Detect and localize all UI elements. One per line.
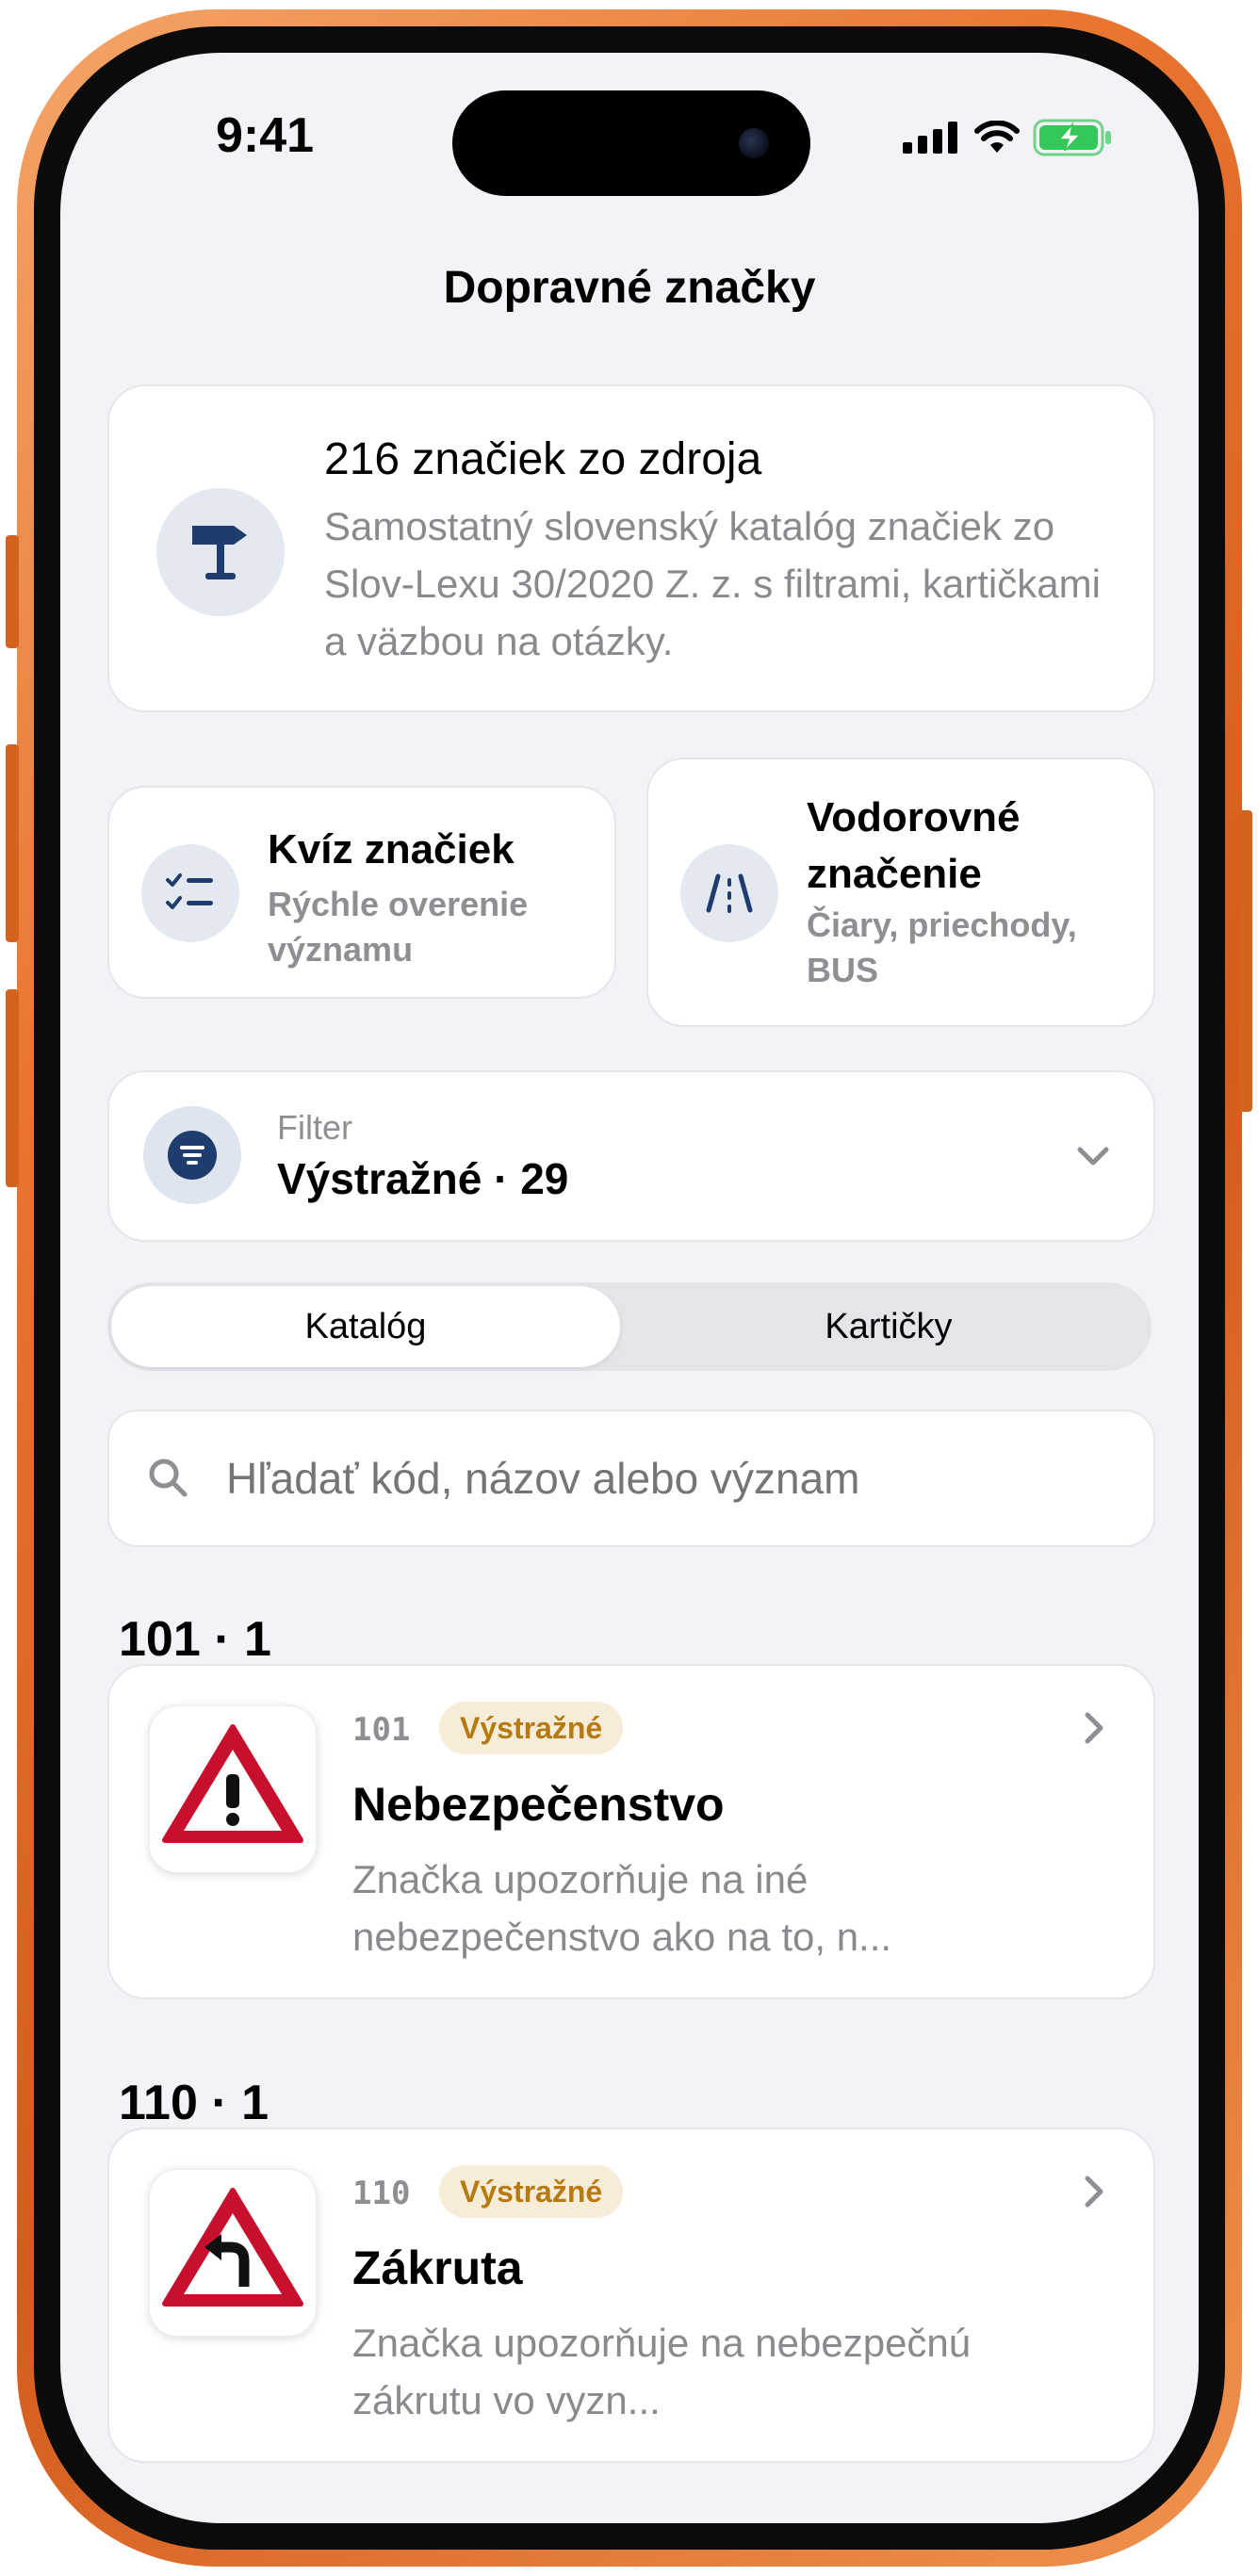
sign-thumbnail bbox=[149, 1705, 317, 1873]
chevron-down-icon bbox=[1077, 1147, 1109, 1166]
dynamic-island bbox=[452, 90, 810, 196]
search-icon bbox=[149, 1459, 188, 1497]
sign-description: Značka upozorňuje na nebezpečnú zákrutu … bbox=[352, 2321, 972, 2422]
sign-quiz-subtitle: Rýchle overenie významu bbox=[268, 885, 529, 969]
signpost-icon bbox=[156, 488, 285, 616]
sign-title: Zákruta bbox=[352, 2242, 523, 2294]
checklist-icon bbox=[141, 844, 239, 942]
camera-icon bbox=[739, 128, 769, 158]
volume-up-button bbox=[6, 744, 19, 942]
volume-down-button bbox=[6, 989, 19, 1187]
horizontal-markings-title: Vodorovné značenie bbox=[807, 794, 1021, 897]
sign-code: 110 bbox=[352, 2175, 411, 2212]
cellular-signal-icon bbox=[903, 122, 957, 154]
source-description: Samostatný slovenský katalóg značiek zo … bbox=[324, 504, 1101, 663]
sign-quiz-title: Kvíz značiek bbox=[268, 826, 515, 872]
filter-dropdown[interactable]: Filter Výstražné · 29 bbox=[107, 1070, 1155, 1242]
filter-icon bbox=[143, 1106, 241, 1204]
horizontal-markings-tile[interactable]: Vodorovné značenie Čiary, priechody, BUS bbox=[646, 758, 1155, 1027]
sign-row-101[interactable]: 101 Výstražné Nebezpečenstvo Značka upoz… bbox=[107, 1664, 1155, 1999]
curve-warning-sign-icon bbox=[162, 2188, 303, 2307]
sign-code: 101 bbox=[352, 1711, 411, 1749]
filter-label: Filter bbox=[277, 1108, 352, 1147]
filter-value: Výstražné · 29 bbox=[277, 1154, 569, 1203]
search-field[interactable] bbox=[107, 1410, 1155, 1547]
search-input[interactable] bbox=[224, 1440, 1114, 1517]
horizontal-markings-subtitle: Čiary, priechody, BUS bbox=[807, 905, 1077, 989]
power-button bbox=[1239, 810, 1252, 1112]
section-header-110: 110 · 1 bbox=[119, 2076, 270, 2130]
sign-description: Značka upozorňuje na iné nebezpečenstvo … bbox=[352, 1857, 892, 1959]
category-badge: Výstražné bbox=[439, 2165, 624, 2218]
danger-warning-sign-icon bbox=[162, 1724, 303, 1843]
category-badge: Výstražné bbox=[439, 1702, 624, 1754]
tab-cards[interactable]: Kartičky bbox=[629, 1282, 1148, 1371]
battery-charging-icon bbox=[1033, 119, 1111, 156]
tab-catalog[interactable]: Katalóg bbox=[111, 1282, 620, 1371]
status-icons bbox=[903, 119, 1114, 156]
page-title: Dopravné značky bbox=[443, 263, 816, 313]
chevron-right-icon bbox=[1085, 1712, 1103, 1744]
section-header-101: 101 · 1 bbox=[119, 1612, 271, 1667]
source-info-card: 216 značiek zo zdroja Samostatný slovens… bbox=[107, 384, 1155, 712]
sign-row-110[interactable]: 110 Výstražné Zákruta Značka upozorňuje … bbox=[107, 2128, 1155, 2463]
sign-title: Nebezpečenstvo bbox=[352, 1778, 725, 1831]
app-screen: 9:41 Dopravné značky 216 značiek zo zdro… bbox=[60, 53, 1199, 2523]
source-count-title: 216 značiek zo zdroja bbox=[324, 434, 762, 484]
action-button bbox=[6, 535, 19, 648]
chevron-right-icon bbox=[1085, 2176, 1103, 2208]
status-time: 9:41 bbox=[216, 108, 315, 163]
road-markings-icon bbox=[680, 844, 778, 942]
wifi-icon bbox=[974, 121, 1020, 153]
view-segmented-control: Katalóg Kartičky bbox=[107, 1282, 1152, 1371]
sign-thumbnail bbox=[149, 2169, 317, 2337]
sign-quiz-tile[interactable]: Kvíz značiek Rýchle overenie významu bbox=[107, 786, 616, 999]
